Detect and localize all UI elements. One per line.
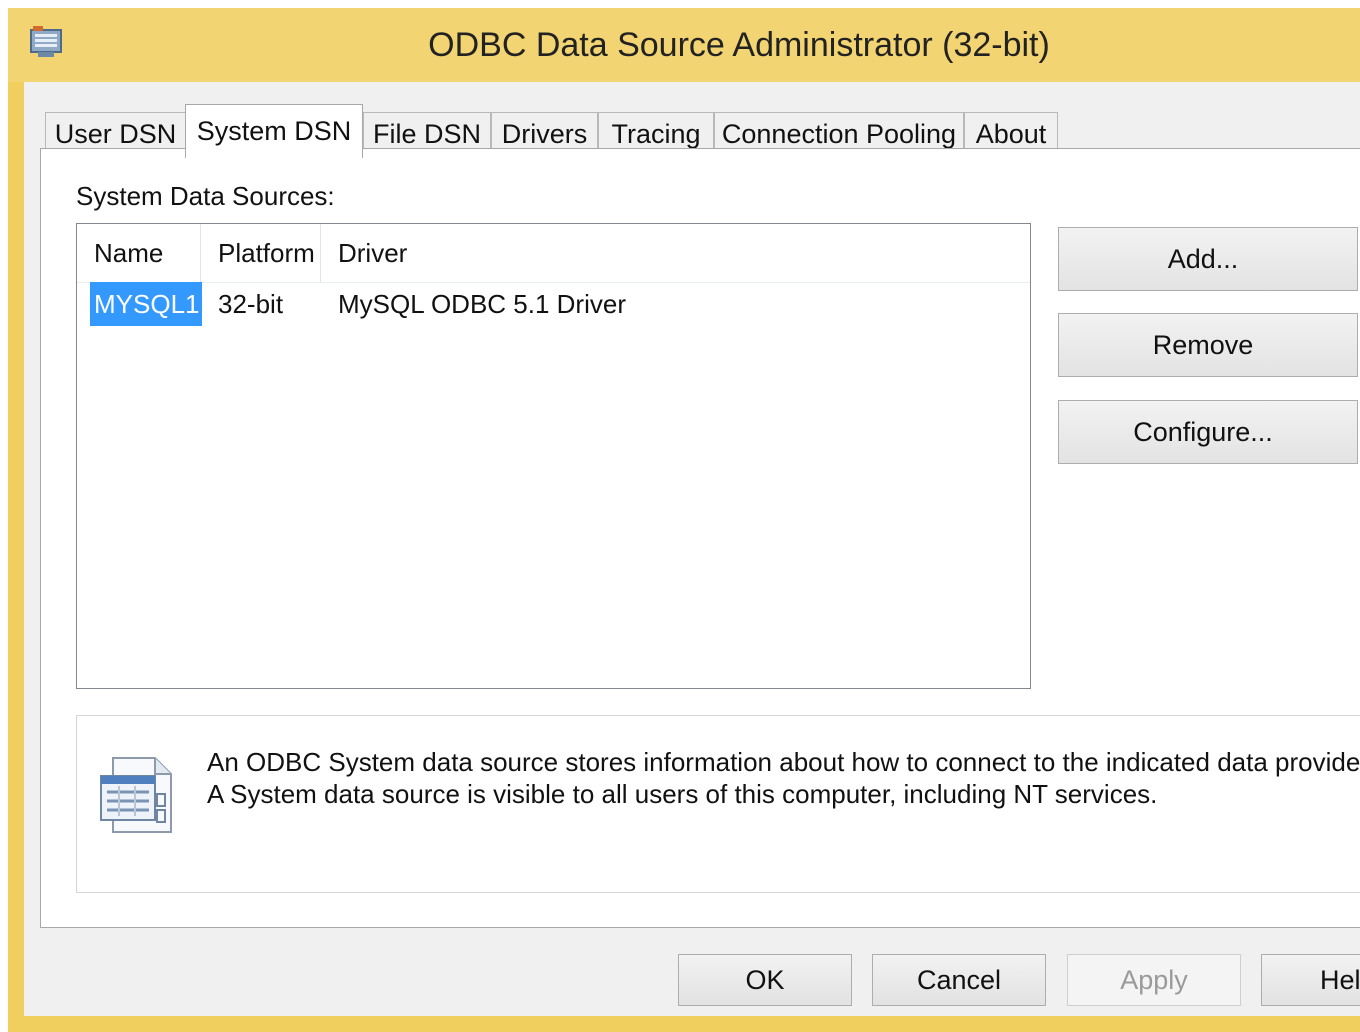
data-sources-list[interactable]: Name Platform Driver MYSQL1 32-bit MySQL…	[76, 223, 1031, 689]
column-header-driver[interactable]: Driver	[321, 224, 1026, 282]
odbc-admin-window: ODBC Data Source Administrator (32-bit) …	[8, 8, 1360, 1032]
data-source-icon	[100, 757, 172, 833]
apply-button[interactable]: Apply	[1067, 954, 1241, 1006]
info-text: An ODBC System data source stores inform…	[207, 746, 1360, 810]
window-title: ODBC Data Source Administrator (32-bit)	[428, 26, 1050, 64]
list-row[interactable]: MYSQL1 32-bit MySQL ODBC 5.1 Driver	[77, 282, 1030, 326]
tab-system-dsn[interactable]: System DSN	[185, 104, 363, 158]
system-data-sources-label: System Data Sources:	[76, 181, 335, 211]
info-box: An ODBC System data source stores inform…	[76, 715, 1360, 893]
info-line-1: An ODBC System data source stores inform…	[207, 747, 1360, 777]
dsn-driver-cell: MySQL ODBC 5.1 Driver	[338, 288, 626, 319]
info-line-2: A System data source is visible to all u…	[207, 779, 1158, 809]
configure-button[interactable]: Configure...	[1058, 400, 1358, 464]
column-header-name[interactable]: Name	[77, 224, 201, 282]
list-header: Name Platform Driver	[77, 224, 1030, 283]
remove-button[interactable]: Remove	[1058, 313, 1358, 377]
title-bar[interactable]: ODBC Data Source Administrator (32-bit)	[8, 8, 1360, 82]
dsn-platform-cell: 32-bit	[218, 288, 284, 319]
column-header-platform[interactable]: Platform	[201, 224, 321, 282]
ok-button[interactable]: OK	[678, 954, 852, 1006]
add-button[interactable]: Add...	[1058, 227, 1358, 291]
system-dsn-panel: System Data Sources: Name Platform Drive…	[40, 148, 1360, 928]
dialog-client-area: User DSN System DSN File DSN Drivers Tra…	[24, 82, 1360, 1016]
cancel-button[interactable]: Cancel	[872, 954, 1046, 1006]
dsn-name-cell[interactable]: MYSQL1	[90, 282, 202, 326]
help-button[interactable]: Help	[1261, 954, 1360, 1006]
